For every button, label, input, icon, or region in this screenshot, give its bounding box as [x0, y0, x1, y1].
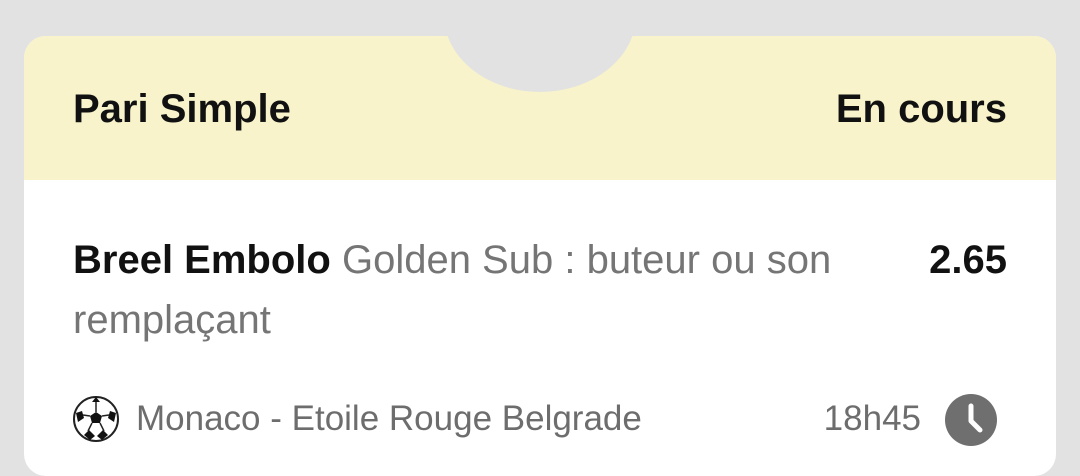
bet-odds: 2.65 [929, 238, 1007, 282]
bet-card[interactable]: Pari Simple En cours Breel Embolo Golden… [24, 36, 1056, 476]
match-row[interactable]: Monaco - Etoile Rouge Belgrade 18h45 [24, 390, 1056, 450]
soccer-ball-icon [73, 396, 119, 442]
bet-card-header: Pari Simple En cours [24, 36, 1056, 180]
match-time: 18h45 [823, 399, 921, 438]
clock-icon [945, 394, 997, 446]
bet-selection: Breel Embolo Golden Sub : buteur ou son … [73, 230, 903, 350]
player-name: Breel Embolo [73, 238, 331, 282]
bet-status-label: En cours [835, 87, 1007, 131]
bet-type-label: Pari Simple [73, 87, 291, 131]
match-name: Monaco - Etoile Rouge Belgrade [136, 399, 642, 438]
ticket-notch [444, 36, 636, 92]
